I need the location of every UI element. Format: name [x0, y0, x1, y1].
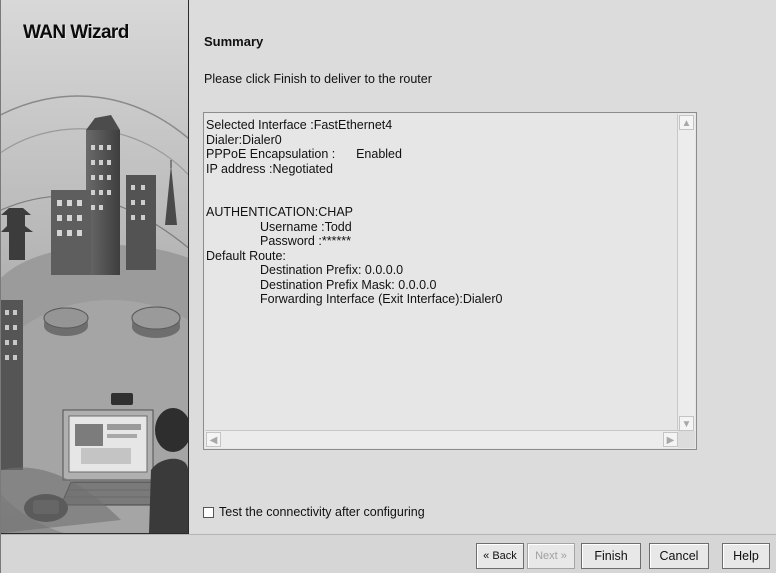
- summary-content: Selected Interface :FastEthernet4 Dialer…: [206, 118, 676, 428]
- horizontal-scrollbar[interactable]: ◀ ▶: [205, 430, 679, 448]
- wizard-button-bar: « Back Next » Finish Cancel Help: [1, 534, 776, 573]
- summary-line: IP address :Negotiated: [206, 161, 333, 176]
- summary-line: Dialer:Dialer0: [206, 132, 282, 147]
- wan-wizard-window: WAN Wizard Summary Please click Finish t…: [0, 0, 776, 573]
- chevron-down-icon[interactable]: ▼: [679, 416, 694, 431]
- test-connectivity-checkbox[interactable]: [203, 506, 214, 518]
- summary-line: Forwarding Interface (Exit Interface):Di…: [260, 292, 503, 306]
- scrollbar-corner: [678, 431, 695, 448]
- next-button[interactable]: Next »: [527, 543, 575, 569]
- test-connectivity-label[interactable]: Test the connectivity after configuring: [219, 505, 425, 519]
- summary-line: Selected Interface :FastEthernet4: [206, 118, 393, 132]
- cancel-button[interactable]: Cancel: [649, 543, 709, 569]
- summary-line: PPPoE Encapsulation : Enabled: [206, 147, 402, 161]
- chevron-right-icon[interactable]: ▶: [663, 432, 678, 447]
- summary-text-area[interactable]: Selected Interface :FastEthernet4 Dialer…: [203, 112, 697, 450]
- finish-button[interactable]: Finish: [581, 543, 641, 569]
- instruction-text: Please click Finish to deliver to the ro…: [204, 72, 432, 86]
- vertical-scrollbar[interactable]: ▲ ▼: [677, 114, 695, 432]
- summary-line: AUTHENTICATION:CHAP: [206, 205, 353, 219]
- test-connectivity-option[interactable]: Test the connectivity after configuring: [203, 505, 425, 519]
- chevron-up-icon[interactable]: ▲: [679, 115, 694, 130]
- page-heading: Summary: [204, 34, 264, 49]
- summary-line: Destination Prefix Mask: 0.0.0.0: [260, 277, 437, 292]
- summary-line: Password :******: [260, 234, 352, 248]
- summary-line: [206, 191, 676, 206]
- wizard-side-panel: WAN Wizard: [1, 0, 189, 534]
- wizard-content: Summary Please click Finish to deliver t…: [189, 0, 776, 533]
- summary-line: [206, 176, 676, 191]
- city-network-illustration: [1, 0, 188, 533]
- back-button[interactable]: « Back: [476, 543, 524, 569]
- wizard-title: WAN Wizard: [23, 22, 129, 43]
- chevron-left-icon[interactable]: ◀: [206, 432, 221, 447]
- help-button[interactable]: Help: [722, 543, 770, 569]
- summary-line: Default Route:: [206, 248, 286, 263]
- summary-line: Username :Todd: [260, 219, 352, 234]
- summary-line: Destination Prefix: 0.0.0.0: [260, 263, 404, 277]
